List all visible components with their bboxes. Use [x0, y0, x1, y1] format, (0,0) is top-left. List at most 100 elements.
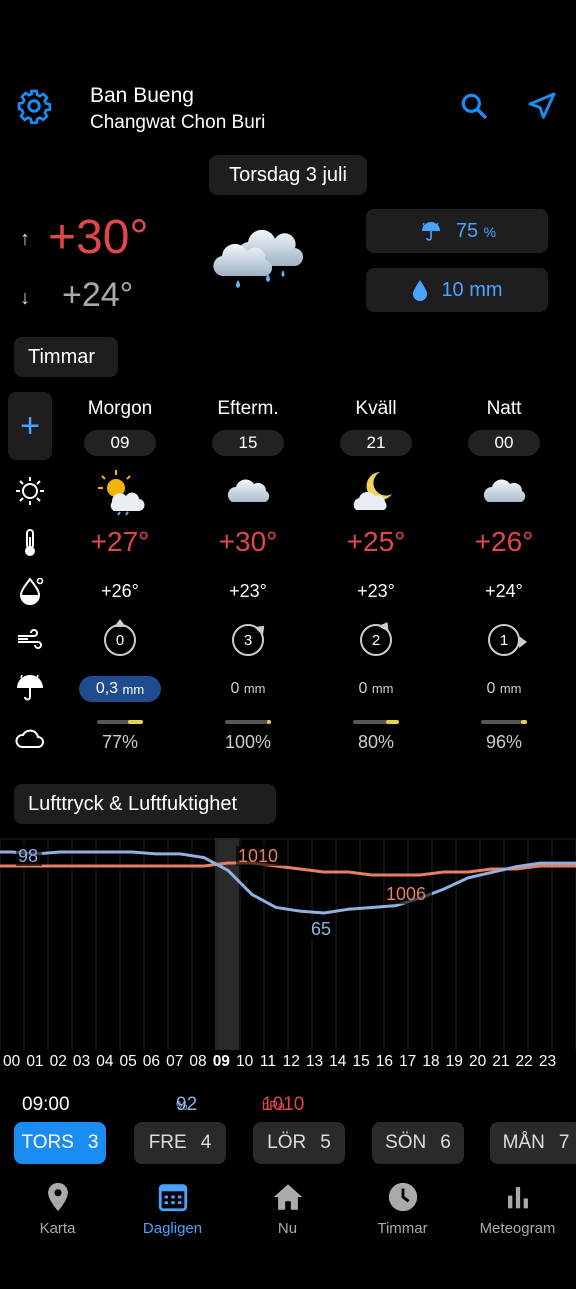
- precip-amount-value: 10 mm: [441, 278, 503, 301]
- period-temperature: +25°: [346, 526, 406, 557]
- rain-chance-unit: %: [483, 223, 497, 240]
- nav-timmar-label: Timmar: [377, 1220, 428, 1237]
- hour-tick-label: 10: [235, 1053, 254, 1070]
- hour-tick-label: 16: [375, 1053, 394, 1070]
- cloud-cover-bar: [56, 719, 184, 725]
- calendar-icon: [158, 1184, 187, 1212]
- cloud-cover-bar: [312, 719, 440, 725]
- period-hour: 00: [468, 430, 540, 456]
- day-tab-day: SÖN: [385, 1132, 427, 1153]
- hour-tick-label: 04: [96, 1053, 114, 1070]
- day-tab[interactable]: FRE 4: [134, 1122, 226, 1164]
- nav-timmar[interactable]: Timmar: [345, 1180, 460, 1250]
- cloud-cover-percent: 77%: [101, 732, 139, 752]
- precip-pill: 0,3 mm: [79, 676, 161, 702]
- wind-direction-icon: 2: [360, 619, 393, 656]
- day-tab-num: 3: [87, 1132, 99, 1153]
- hour-tick-label: 23: [538, 1053, 557, 1070]
- summary-pressure: 1010 hPa: [262, 1094, 305, 1112]
- pressure-humidity-section-title[interactable]: Lufttryck & Luftfuktighet: [14, 784, 276, 824]
- period-wind: 0: [56, 619, 184, 660]
- hours-section-title[interactable]: Timmar: [14, 337, 118, 377]
- hour-tick-label: 15: [352, 1053, 370, 1070]
- precip-amount-chip[interactable]: 10 mm: [366, 268, 548, 312]
- period-precip: 0 mm: [230, 680, 266, 697]
- period-feels-like: +23°: [229, 581, 267, 601]
- rain-chance-value: 75: [455, 219, 479, 242]
- chart-summary-row: 09:00 92 % 1010 hPa: [0, 1094, 576, 1112]
- cloud-icon: [184, 466, 312, 518]
- period-feels-like: +26°: [101, 581, 139, 601]
- max-temperature: +30°: [48, 211, 149, 264]
- add-hours-button[interactable]: +: [8, 392, 52, 460]
- day-tab-day: TORS: [21, 1132, 74, 1153]
- wind-direction-icon: 1: [488, 624, 527, 656]
- nav-meteogram-label: Meteogram: [479, 1220, 556, 1237]
- day-tab[interactable]: SÖN 6: [372, 1122, 464, 1164]
- period-label: Efterm.: [217, 398, 279, 419]
- bottom-navigation: Karta Dagligen Nu Timmar Meteogram: [0, 1180, 576, 1250]
- feels-like-drop-icon: [19, 577, 44, 605]
- cloud-cover-icon: [15, 729, 44, 748]
- location-region[interactable]: Changwat Chon Buri: [90, 112, 265, 134]
- pressure-humidity-chart[interactable]: 98 1010 1006 65: [0, 838, 576, 1050]
- rain-clouds-icon: [213, 229, 304, 288]
- location-name[interactable]: Ban Bueng: [90, 84, 194, 108]
- nav-dagligen[interactable]: Dagligen: [115, 1180, 230, 1250]
- period-hour: 21: [340, 430, 412, 456]
- search-icon[interactable]: [458, 90, 490, 122]
- day-tab-num: 5: [320, 1132, 331, 1153]
- date-chip[interactable]: Torsdag 3 juli: [209, 155, 367, 195]
- day-tab-num: 6: [440, 1132, 451, 1153]
- min-temperature: +24°: [62, 276, 134, 314]
- hour-tick-label: 06: [142, 1053, 161, 1070]
- umbrella-rain-icon: [421, 222, 440, 241]
- period-label: Morgon: [87, 398, 153, 419]
- max-arrow-icon: ↑: [20, 228, 30, 250]
- period-temperature: +26°: [474, 526, 534, 557]
- period-wind: 1: [440, 620, 568, 660]
- nav-karta-label: Karta: [39, 1220, 76, 1237]
- nav-meteogram[interactable]: Meteogram: [460, 1180, 575, 1250]
- cloud-icon: [440, 466, 568, 518]
- period-header[interactable]: Natt 00: [440, 398, 568, 456]
- day-tab[interactable]: MÅN 7: [490, 1122, 576, 1164]
- day-tab[interactable]: TORS 3: [14, 1122, 106, 1164]
- period-header[interactable]: Morgon 09: [56, 398, 184, 456]
- hour-tick-label: 17: [399, 1053, 417, 1070]
- hour-tick-label: 13: [305, 1053, 324, 1070]
- hour-tick-label: 02: [49, 1053, 67, 1070]
- period-precip: 0,3 mm: [56, 676, 184, 702]
- period-feels-like: +24°: [485, 581, 523, 601]
- hour-tick-label: 21: [492, 1053, 510, 1070]
- nav-nu[interactable]: Nu: [230, 1180, 345, 1250]
- nav-karta[interactable]: Karta: [0, 1180, 115, 1250]
- hour-tick-label: 19: [445, 1053, 463, 1070]
- period-header[interactable]: Kväll 21: [312, 398, 440, 456]
- hour-tick-label: 12: [282, 1053, 300, 1070]
- period-temperature: +30°: [218, 526, 278, 557]
- period-header[interactable]: Efterm. 15: [184, 398, 312, 456]
- settings-gear-icon[interactable]: [16, 88, 52, 124]
- home-icon: [273, 1184, 302, 1210]
- period-label: Natt: [486, 398, 522, 419]
- sun-icon: [16, 477, 44, 505]
- day-tab-day: FRE: [148, 1132, 187, 1153]
- period-hour: 15: [212, 430, 284, 456]
- nav-nu-label: Nu: [277, 1220, 298, 1237]
- wind-direction-icon: 3: [232, 621, 269, 656]
- day-tab[interactable]: LÖR 5: [253, 1122, 345, 1164]
- hour-tick-label: 05: [119, 1053, 137, 1070]
- map-pin-icon: [47, 1182, 68, 1212]
- hour-axis: 00 01 02 03 04 05 06 07 08 09 10 11 12 13 14 15 16 17 18 19…: [0, 1053, 576, 1075]
- hour-tick-label: 01: [26, 1053, 44, 1070]
- day-tab-num: 4: [200, 1132, 212, 1153]
- pressure-low-label: 1006: [386, 884, 426, 904]
- hour-tick-label: 14: [329, 1053, 347, 1070]
- period-precip: 0 mm: [486, 680, 522, 697]
- hour-tick-label: 09: [212, 1053, 230, 1070]
- cloud-cover-percent: 80%: [357, 732, 395, 752]
- period-temperature: +27°: [90, 526, 150, 557]
- rain-chance-chip[interactable]: 75 %: [366, 209, 548, 253]
- location-arrow-icon[interactable]: [526, 90, 558, 122]
